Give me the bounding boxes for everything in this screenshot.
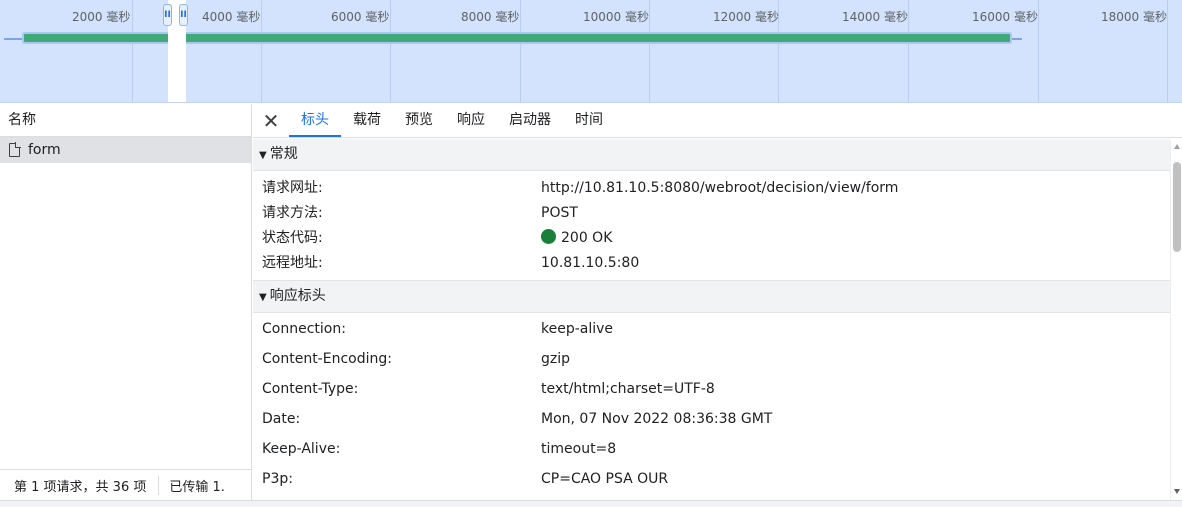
general-section-header[interactable]: ▼ 常规 xyxy=(253,139,1170,171)
bottom-edge xyxy=(0,500,1182,507)
timeline-tick xyxy=(908,0,909,102)
tab-response[interactable]: 响应 xyxy=(445,104,497,137)
response-header-row: Keep-Alive: timeout=8 xyxy=(253,434,1170,464)
request-count: 第 1 项请求，共 36 项 xyxy=(0,475,160,495)
header-value: 10.81.10.5:80 xyxy=(541,255,640,271)
general-section-title: 常规 xyxy=(269,146,298,162)
response-headers-title: 响应标头 xyxy=(269,288,326,304)
response-header-row: Connection: keep-alive xyxy=(253,314,1170,344)
timeline-tick-label: 14000 毫秒 xyxy=(842,10,908,24)
timeline-tick-label: 2000 毫秒 xyxy=(72,10,131,24)
header-value: Mon, 07 Nov 2022 08:36:38 GMT xyxy=(541,411,773,427)
status-text: 200 OK xyxy=(561,230,613,246)
response-header-row: P3p: CP=CAO PSA OUR xyxy=(253,464,1170,494)
response-header-row: Content-Encoding: gzip xyxy=(253,344,1170,374)
transferred-size: 已传输 1. xyxy=(169,479,225,495)
response-header-row: Date: Mon, 07 Nov 2022 08:36:38 GMT xyxy=(253,404,1170,434)
status-ok-icon xyxy=(541,229,556,244)
response-headers-section: Connection: keep-alive Content-Encoding:… xyxy=(253,313,1170,494)
timeline-tick-label: 10000 毫秒 xyxy=(583,10,649,24)
header-key: P3p: xyxy=(262,471,293,487)
header-value: http://10.81.10.5:8080/webroot/decision/… xyxy=(541,180,899,196)
header-value: CP=CAO PSA OUR xyxy=(541,471,669,487)
response-header-row: Content-Type: text/html;charset=UTF-8 xyxy=(253,374,1170,404)
header-key: Date: xyxy=(262,411,301,427)
tab-timing[interactable]: 时间 xyxy=(563,104,615,137)
scroll-up-icon[interactable] xyxy=(1174,144,1180,149)
header-value: POST xyxy=(541,205,578,221)
timeline-tick xyxy=(261,0,262,102)
timeline-tick-label: 4000 毫秒 xyxy=(202,10,261,24)
header-key: Content-Type: xyxy=(262,381,359,397)
timeline-tick xyxy=(132,0,133,102)
general-section: 请求网址: http://10.81.10.5:8080/webroot/dec… xyxy=(253,171,1170,281)
timeline-tick-label: 18000 毫秒 xyxy=(1101,10,1167,24)
timeline-overview[interactable]: 2000 毫秒 4000 毫秒 6000 毫秒 8000 毫秒 10000 毫秒… xyxy=(0,0,1182,103)
general-row-remote: 远程地址: 10.81.10.5:80 xyxy=(253,251,1170,276)
general-row-status: 状态代码: 200 OK xyxy=(253,226,1170,251)
header-value-status: 200 OK xyxy=(541,226,1170,251)
close-icon[interactable]: ✕ xyxy=(253,104,289,137)
header-key: 远程地址: xyxy=(262,255,323,271)
timeline-tick-label: 12000 毫秒 xyxy=(713,10,779,24)
timeline-tick xyxy=(649,0,650,102)
tab-preview[interactable]: 预览 xyxy=(393,104,445,137)
general-row-method: 请求方法: POST xyxy=(253,201,1170,226)
tab-headers[interactable]: 标头 xyxy=(289,104,341,137)
header-key: Content-Encoding: xyxy=(262,351,392,367)
details-scrollbar[interactable] xyxy=(1170,140,1182,500)
timeline-right-handle[interactable]: II xyxy=(179,4,188,26)
tab-payload[interactable]: 载荷 xyxy=(341,104,393,137)
tab-initiator[interactable]: 启动器 xyxy=(497,104,563,137)
header-key: 状态代码: xyxy=(262,230,323,246)
response-headers-section-header[interactable]: ▼ 响应标头 xyxy=(253,281,1170,313)
header-value: text/html;charset=UTF-8 xyxy=(541,381,715,397)
timeline-tick xyxy=(390,0,391,102)
timeline-tick xyxy=(1167,0,1168,102)
header-value: timeout=8 xyxy=(541,441,617,457)
timeline-tick xyxy=(520,0,521,102)
header-value: gzip xyxy=(541,351,571,367)
network-status-bar: 第 1 项请求，共 36 项 已传输 1. xyxy=(0,469,252,500)
timeline-tick-label: 16000 毫秒 xyxy=(972,10,1038,24)
document-icon xyxy=(9,142,21,157)
header-key: Connection: xyxy=(262,321,346,337)
details-tabbar: ✕ 标头 载荷 预览 响应 启动器 时间 xyxy=(253,104,1182,138)
request-details-pane: ✕ 标头 载荷 预览 响应 启动器 时间 ▼ 常规 请求网址: http://10… xyxy=(253,104,1182,507)
header-key: 请求网址: xyxy=(262,180,323,196)
timeline-tick-label: 6000 毫秒 xyxy=(331,10,390,24)
scrollbar-thumb[interactable] xyxy=(1173,162,1181,252)
request-row[interactable]: form xyxy=(0,137,251,163)
expand-triangle-icon: ▼ xyxy=(259,292,267,303)
timeline-tick xyxy=(1038,0,1039,102)
timeline-tick-label: 8000 毫秒 xyxy=(461,10,520,24)
scroll-down-icon[interactable] xyxy=(1174,489,1180,494)
request-list-pane: 名称 form 第 1 项请求，共 36 项 已传输 1. xyxy=(0,104,252,507)
headers-content: ▼ 常规 请求网址: http://10.81.10.5:8080/webroot… xyxy=(253,139,1170,500)
name-column-header[interactable]: 名称 xyxy=(0,104,251,137)
request-name: form xyxy=(28,142,61,158)
header-key: Keep-Alive: xyxy=(262,441,341,457)
devtools-network-panel: 2000 毫秒 4000 毫秒 6000 毫秒 8000 毫秒 10000 毫秒… xyxy=(0,0,1182,507)
timeline-left-handle[interactable]: II xyxy=(163,4,172,26)
header-value: keep-alive xyxy=(541,321,614,337)
general-row-url: 请求网址: http://10.81.10.5:8080/webroot/dec… xyxy=(253,176,1170,201)
expand-triangle-icon: ▼ xyxy=(259,150,267,161)
header-key: 请求方法: xyxy=(262,205,323,221)
